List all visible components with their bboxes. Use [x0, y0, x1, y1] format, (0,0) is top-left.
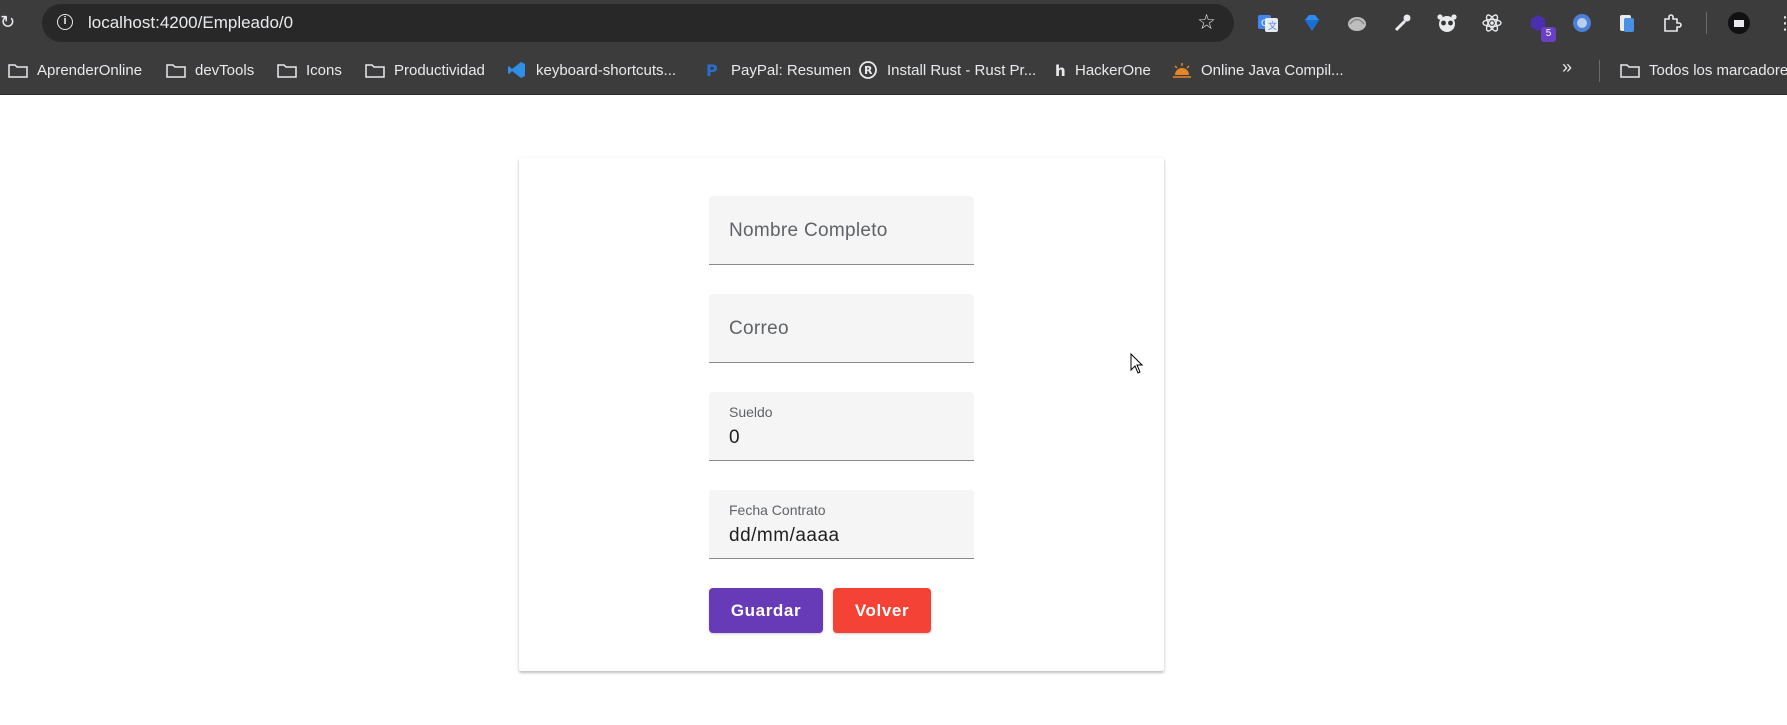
bookmark-item[interactable]: keyboard-shortcuts...	[507, 59, 676, 81]
sueldo-value[interactable]: 0	[729, 427, 740, 449]
rust-icon: R	[858, 61, 878, 79]
bookmarks-overflow-icon[interactable]: »	[1562, 57, 1572, 78]
folder-icon	[8, 61, 28, 79]
shell-icon[interactable]	[1345, 11, 1369, 35]
folder-icon	[1620, 61, 1640, 79]
correo-field[interactable]: Correo	[709, 294, 974, 363]
url-text[interactable]: localhost:4200/Empleado/0	[88, 13, 293, 33]
bookmark-label: PayPal: Resumen	[731, 61, 852, 79]
browser-toolbar: ↻ i localhost:4200/Empleado/0 ☆ G文 5 ⋮	[0, 0, 1787, 45]
bookmark-item[interactable]: devTools	[166, 59, 254, 81]
bookmark-label: devTools	[195, 61, 255, 79]
mouse-cursor-icon	[1130, 352, 1144, 375]
bookmark-item[interactable]: Productividad	[365, 59, 485, 81]
volver-button[interactable]: Volver	[833, 588, 931, 633]
nombre-completo-field[interactable]: Nombre Completo	[709, 196, 974, 265]
google-translate-icon[interactable]: G文	[1256, 11, 1280, 35]
puzzle-icon[interactable]	[1660, 11, 1684, 35]
empleado-form-card: Nombre Completo Correo Sueldo 0 Fecha Co…	[519, 158, 1164, 671]
bookmark-label: keyboard-shortcuts...	[536, 61, 677, 79]
sun-icon	[1172, 61, 1192, 79]
folder-icon	[166, 61, 186, 79]
svg-text:R: R	[864, 64, 873, 77]
bookmark-item[interactable]: Icons	[277, 59, 342, 81]
svg-text:h: h	[1055, 62, 1066, 79]
browser-menu-icon[interactable]: ⋮	[1776, 12, 1787, 34]
fecha-contrato-value[interactable]: dd/mm/aaaa	[729, 525, 840, 547]
bookmarks-bar: AprenderOnline devTools Icons Productivi…	[0, 45, 1787, 95]
sueldo-label: Sueldo	[729, 404, 773, 420]
fecha-contrato-field[interactable]: Fecha Contrato dd/mm/aaaa	[709, 490, 974, 559]
folder-icon	[277, 61, 297, 79]
bookmark-label: Productividad	[394, 61, 485, 79]
gem-icon[interactable]	[1300, 11, 1324, 35]
extension-badge: 5	[1541, 27, 1556, 42]
toolbar-divider	[1706, 12, 1707, 34]
eyedropper-icon[interactable]	[1390, 11, 1414, 35]
site-info-icon[interactable]: i	[57, 14, 73, 30]
paypal-icon: P	[702, 61, 722, 79]
bookmark-item[interactable]: Online Java Compil...	[1172, 59, 1344, 81]
reload-icon[interactable]: ↻	[0, 10, 20, 34]
nombre-completo-placeholder: Nombre Completo	[729, 220, 888, 241]
bookmark-item[interactable]: P PayPal: Resumen	[702, 59, 851, 81]
react-icon[interactable]	[1480, 11, 1504, 35]
correo-placeholder: Correo	[729, 318, 789, 339]
all-bookmarks-item[interactable]: Todos los marcadores	[1620, 59, 1787, 81]
bookmark-item[interactable]: AprenderOnline	[8, 59, 142, 81]
svg-text:文: 文	[1268, 20, 1277, 32]
fecha-contrato-label: Fecha Contrato	[729, 502, 826, 518]
bookmark-label: HackerOne	[1075, 61, 1151, 79]
folder-icon	[365, 61, 385, 79]
bookmarks-divider	[1599, 60, 1600, 82]
vscode-icon	[507, 61, 527, 79]
bookmark-label: AprenderOnline	[37, 61, 143, 79]
hackerone-icon: h	[1051, 61, 1071, 79]
bookmark-star-icon[interactable]: ☆	[1197, 11, 1216, 35]
bookmark-label: Install Rust - Rust Pr...	[887, 61, 1037, 79]
bookmark-item[interactable]: R Install Rust - Rust Pr...	[858, 59, 1036, 81]
hexagon-extension-icon[interactable]: 5	[1526, 11, 1556, 42]
svg-text:P: P	[706, 61, 718, 79]
bookmark-label: Icons	[306, 61, 342, 79]
panda-icon[interactable]	[1435, 11, 1459, 35]
sueldo-field[interactable]: Sueldo 0	[709, 392, 974, 461]
profile-avatar-icon[interactable]	[1727, 11, 1751, 35]
svg-text:G: G	[1261, 19, 1268, 29]
clipboard-icon[interactable]	[1615, 11, 1639, 35]
guardar-button[interactable]: Guardar	[709, 588, 823, 633]
all-bookmarks-label: Todos los marcadores	[1649, 61, 1787, 79]
address-bar[interactable]: i localhost:4200/Empleado/0 ☆	[42, 4, 1234, 42]
circle-extension-icon[interactable]	[1570, 11, 1594, 35]
bookmark-label: Online Java Compil...	[1201, 61, 1344, 79]
bookmark-item[interactable]: h HackerOne	[1051, 59, 1151, 81]
